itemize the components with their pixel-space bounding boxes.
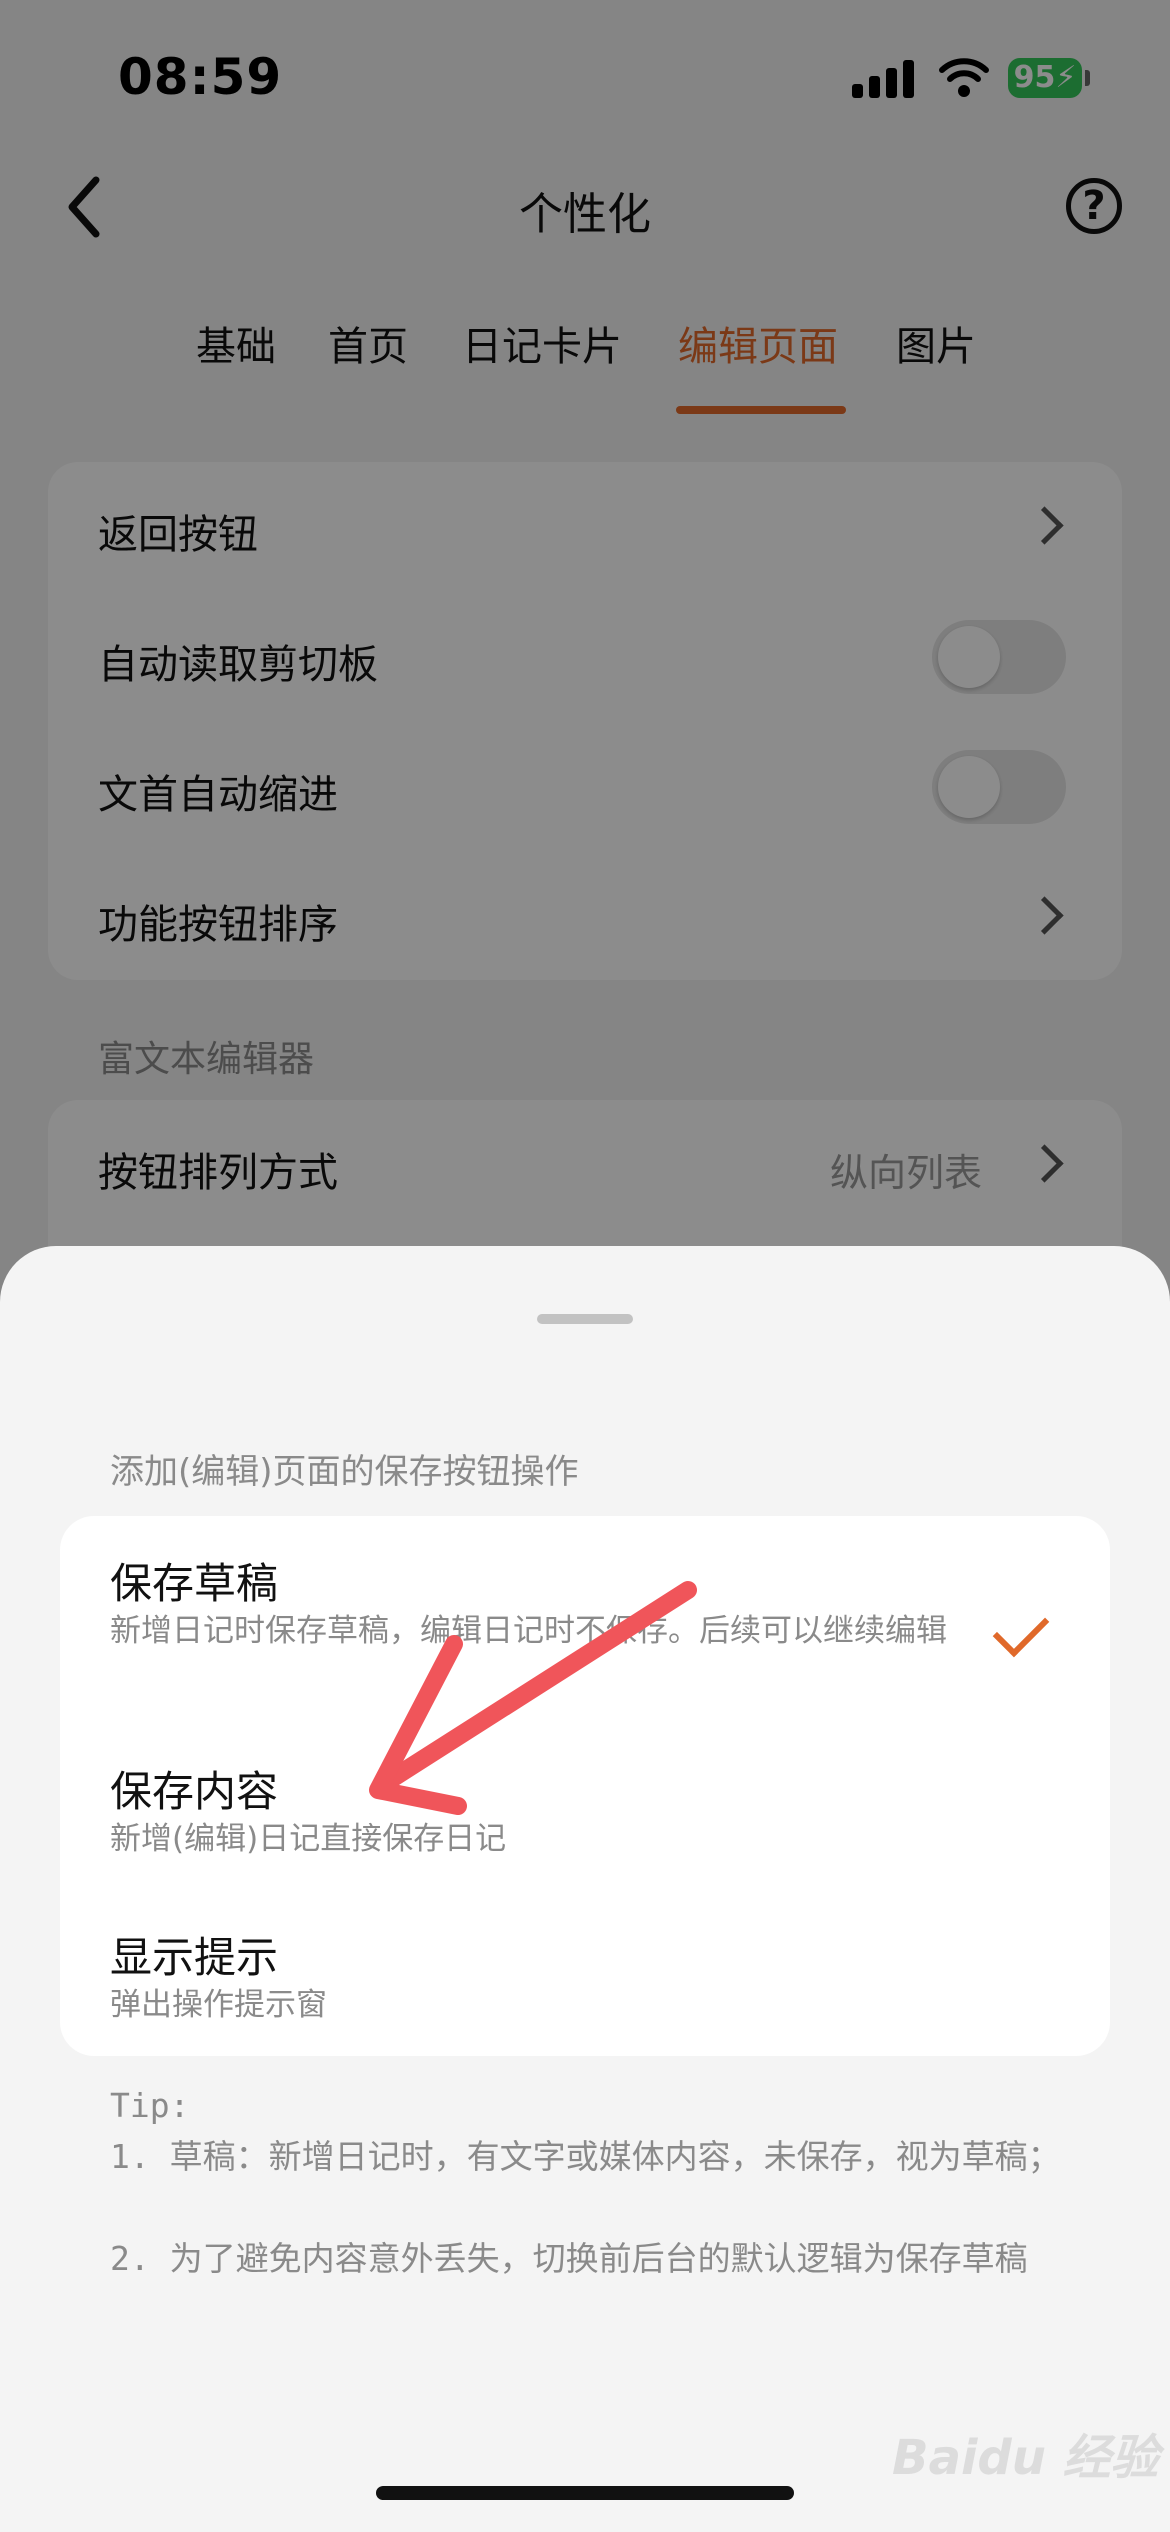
screen: 08:59 95⚡ 个性化 ? 基础 首页 日记卡片 编辑页面 图片 返回按钮 …	[0, 0, 1170, 2532]
annotation-arrow-icon	[369, 1581, 697, 1815]
watermark: Baidu 经验	[892, 2430, 1159, 2486]
home-indicator[interactable]	[376, 2486, 794, 2500]
